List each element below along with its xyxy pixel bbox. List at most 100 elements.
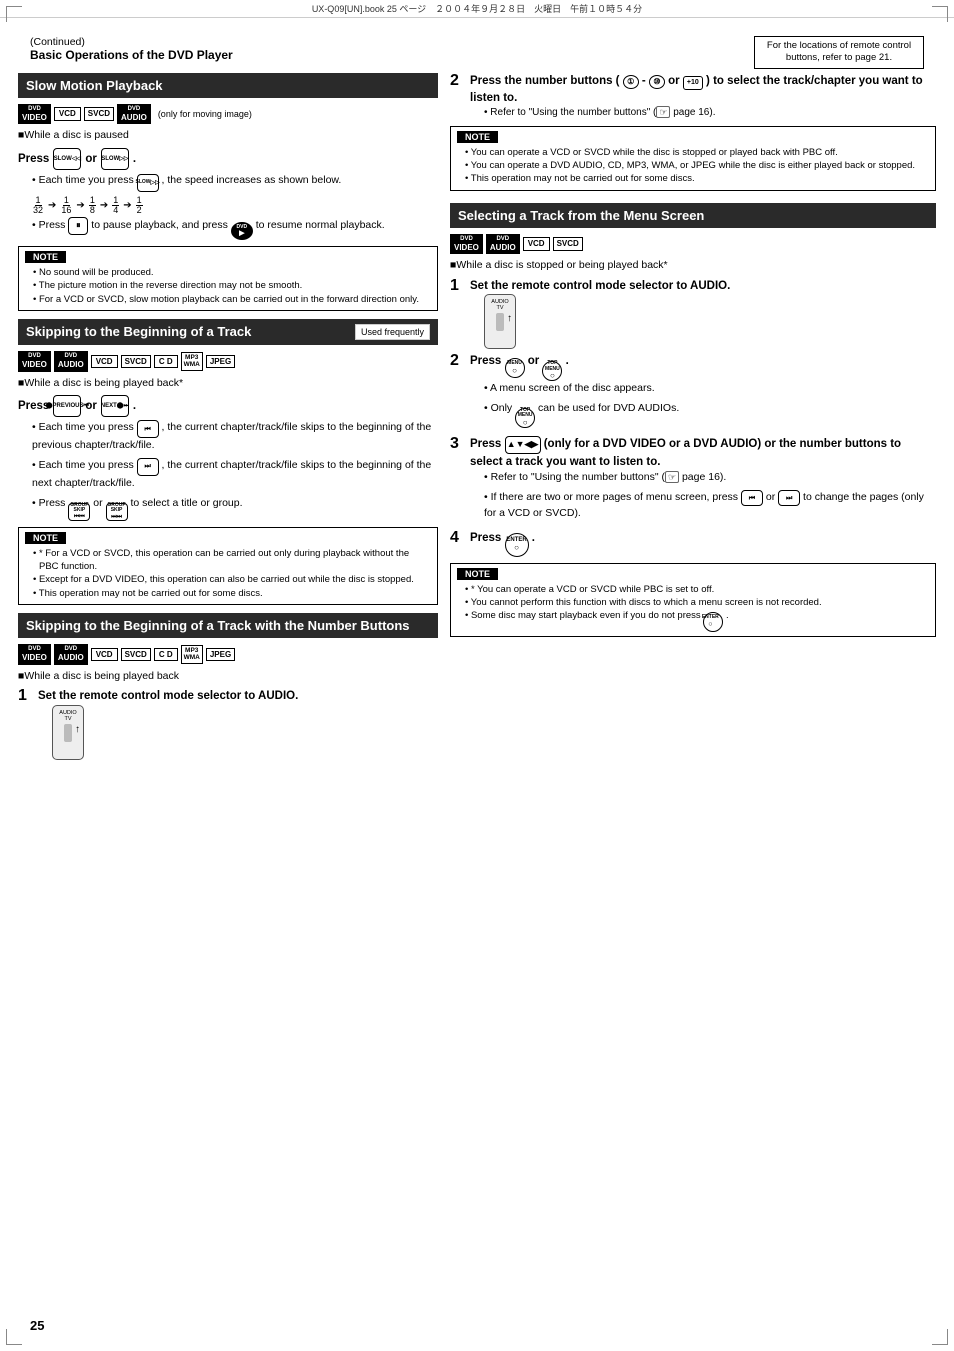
frac-5: 12 [136,196,143,215]
num-btn-10: ⑩ [649,75,665,89]
st-badge-dvdaudio: DVD AUDIO [54,351,88,372]
used-frequently-badge: Used frequently [355,324,430,340]
slow-motion-speed-note: • Each time you press SLOW ▷▷ , the spee… [32,173,438,192]
st-badge-svcd: SVCD [121,355,151,369]
sel-step1-num: 1 [450,278,464,294]
sel-badge-svcd: SVCD [553,237,583,251]
sn-step1-num: 1 [18,688,32,704]
header-left: (Continued) Basic Operations of the DVD … [30,36,233,62]
topmenu-btn2: TOP MENU ○ [515,408,535,428]
skipping-note-box: NOTE * For a VCD or SVCD, this operation… [18,527,438,605]
remote-label-tv: TV [64,716,71,722]
selecting-note-title: NOTE [457,568,498,580]
arrow-btns: ▲▼◀▶ [505,436,541,454]
slow-btn-inline: SLOW ▷▷ [137,174,159,192]
remote-image-block: AUDIO TV ↑ [52,705,84,760]
selecting-track-title: Selecting a Track from the Menu Screen [458,208,704,223]
selecting-note-1: * You can operate a VCD or SVCD while PB… [465,583,929,596]
remote-arrow: ↑ [75,724,80,735]
slow-btn-right: SLOW ▷▷ [101,148,129,170]
group-skip-left: GROUP SKIP ⏮⏮ [68,503,90,521]
sel-step2-bullet2: • Only TOP MENU ○ can be used for DVD AU… [484,401,936,428]
group-skip-right: GROUP SKIP ⏭⏭ [106,503,128,521]
skipping-bullet3: • Press GROUP SKIP ⏮⏮ or GROUP SKIP ⏭⏭ t… [32,496,438,521]
sel-step3-bullet1: • Refer to "Using the number buttons" (☞… [484,470,936,486]
frac-1: 132 [32,196,44,215]
sel-step4-content: Press ENTER ○ . [470,530,936,557]
sn-step1-content: Set the remote control mode selector to … [38,688,438,759]
skipping-number-header: Skipping to the Beginning of a Track wit… [18,613,438,638]
dvd-play-btn: DVD ▶ [231,222,253,240]
skipping-press: Press ⬤PREVIOUS ⏮ or NEXT⬤ ⏭ . [18,395,438,417]
slow-motion-press: Press SLOW ◁◁ or SLOW ▷▷ . [18,148,438,170]
selecting-note-3: Some disc may start playback even if you… [465,609,929,632]
topmenu-btn: TOP MENU ○ [542,361,562,381]
st-badge-dvdvideo: DVD VIDEO [18,351,51,372]
selecting-track-badges: DVD VIDEO DVD AUDIO VCD SVCD [450,234,936,255]
slow-motion-note-1: No sound will be produced. [33,266,431,279]
sel-step1-content: Set the remote control mode selector to … [470,278,936,349]
next-inline: ⏭ [137,458,159,476]
slow-motion-note-3: For a VCD or SVCD, slow motion playback … [33,293,431,306]
fraction-display: 132 ➔ 116 ➔ 18 ➔ 14 ➔ 12 [32,196,438,215]
menu-btn: MENU ○ [505,358,525,378]
skipping-number-title: Skipping to the Beginning of a Track wit… [26,618,410,633]
remote2-arrow: ↑ [507,313,512,324]
selecting-condition: ■While a disc is stopped or being played… [450,258,936,274]
sel-badge-dvdvideo: DVD VIDEO [450,234,483,255]
page-number: 25 [30,1318,44,1333]
selecting-track-header: Selecting a Track from the Menu Screen [450,203,936,228]
num-btn-1: ① [623,75,639,89]
slow-motion-only-text: (only for moving image) [158,109,252,119]
sel-step2-bullet1: • A menu screen of the disc appears. [484,381,936,397]
main-content: Slow Motion Playback DVD VIDEO VCD SVCD … [0,73,954,764]
sn-step2-title: Press the number buttons ( ① - ⑩ or +10 … [470,73,936,106]
step2-number-buttons: 2 Press the number buttons ( ① - ⑩ or +1… [450,73,936,191]
skipping-track-section: Skipping to the Beginning of a Track Use… [18,319,438,605]
step2-note-2: You can operate a DVD AUDIO, CD, MP3, WM… [465,159,929,172]
badge-dvd-video: DVD VIDEO [18,104,51,125]
pause-btn: ⏸ [68,217,88,235]
slow-motion-pause-note: • Press ⏸ to pause playback, and press D… [32,217,438,240]
skipping-condition: ■While a disc is being played back* [18,376,438,392]
sel-step4-num: 4 [450,530,464,546]
sel-step2-content: Press MENU ○ or TOP MENU ○ . [470,353,936,432]
sn-step2: 2 Press the number buttons ( ① - ⑩ or +1… [450,73,936,120]
corner-tr [932,6,948,22]
previous-btn: ⬤PREVIOUS ⏮ [53,395,81,417]
slow-motion-title: Slow Motion Playback [26,78,163,93]
st-badge-vcd: VCD [91,355,118,369]
slow-motion-note-box: NOTE No sound will be produced. The pict… [18,246,438,311]
skipping-num-condition: ■While a disc is being played back [18,669,438,685]
remote2-image-block: AUDIO TV ↑ [484,294,516,349]
skipping-bullet1: • Each time you press ⏮ , the current ch… [32,420,438,454]
next-btn2: ⏭ [778,490,800,506]
slow-motion-condition: ■While a disc is paused [18,128,438,144]
sn-step2-content: Press the number buttons ( ① - ⑩ or +10 … [470,73,936,120]
st-badge-mp3wma: MP3 WMA [181,352,203,372]
skipping-track-badges: DVD VIDEO DVD AUDIO VCD SVCD C D MP3 WMA… [18,351,438,372]
corner-bl [6,1329,22,1345]
corner-tl [6,6,22,22]
sn-step1-title: Set the remote control mode selector to … [38,688,438,704]
frac-3: 18 [89,196,96,215]
sel-step3-num: 3 [450,436,464,452]
sn-step2-num: 2 [450,73,464,89]
step2-note-1: You can operate a VCD or SVCD while the … [465,146,929,159]
slow-btn-left: SLOW ◁◁ [53,148,81,170]
remote-mini-switch: ↑ [64,724,72,742]
sel-step3-content: Press ▲▼◀▶ (only for a DVD VIDEO or a DV… [470,436,936,526]
skipping-track-header: Skipping to the Beginning of a Track Use… [18,319,438,345]
skipping-track-title: Skipping to the Beginning of a Track [26,324,251,339]
badge-svcd: SVCD [84,107,114,121]
st-badge-jpeg: JPEG [206,355,235,369]
header-note-box: For the locations of remote control butt… [754,36,924,69]
file-info: UX-Q09[UN].book 25 ページ ２００４年９月２８日 火曜日 午前… [0,0,954,18]
step2-note-title: NOTE [457,131,498,143]
page-header: (Continued) Basic Operations of the DVD … [0,24,954,73]
sel-step4: 4 Press ENTER ○ . [450,530,936,557]
sn-badge-vcd: VCD [91,648,118,662]
frac-4: 14 [112,196,119,215]
header-continued: (Continued) [30,36,233,48]
badge-dvd-audio: DVD AUDIO [117,104,151,125]
